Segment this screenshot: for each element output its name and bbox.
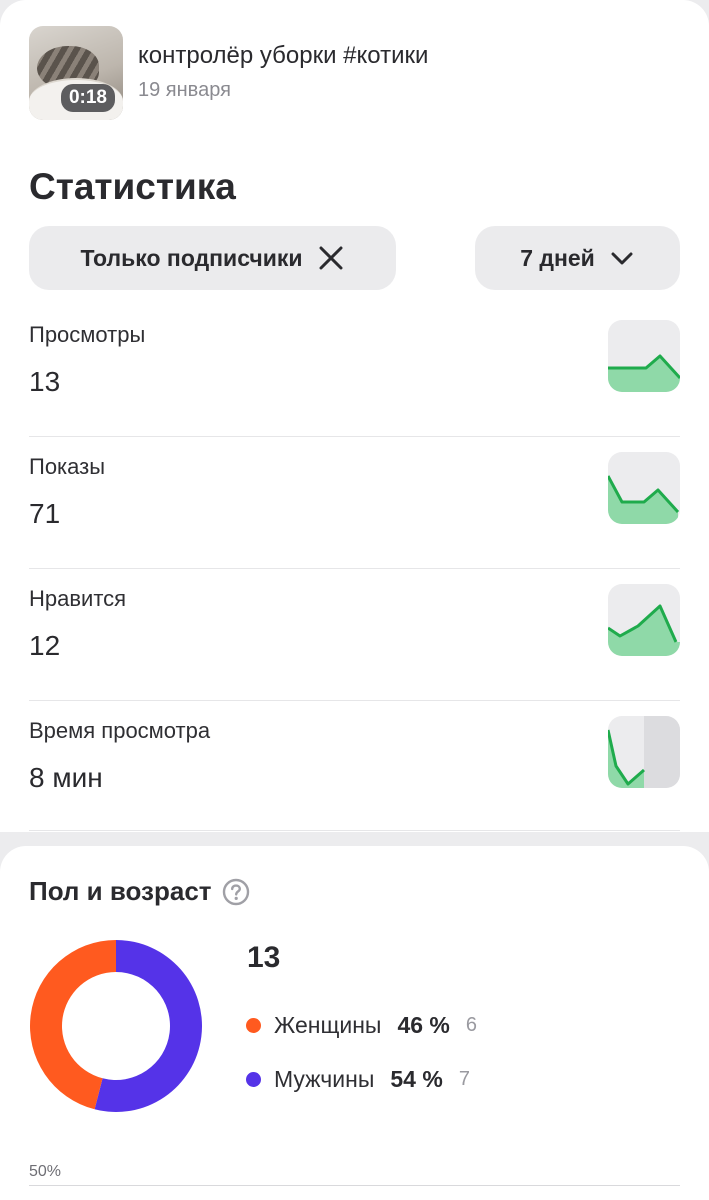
views-sparkline — [608, 320, 680, 392]
metric-value: 13 — [29, 366, 61, 397]
metric-label: Время просмотра — [29, 718, 211, 743]
metric-value: 8 мин — [29, 762, 103, 793]
legend-item-men: Мужчины 54 % 7 — [246, 1066, 470, 1093]
video-thumbnail[interactable]: 0:18 — [29, 26, 123, 120]
metric-label: Показы — [29, 454, 106, 479]
demographics-title-row: Пол и возраст — [29, 876, 250, 907]
video-duration: 0:18 — [60, 84, 115, 112]
metric-label: Просмотры — [29, 322, 146, 347]
likes-sparkline — [608, 584, 680, 656]
watch-time-sparkline — [608, 716, 680, 788]
legend-label: Женщины — [274, 1012, 382, 1038]
metric-row-likes[interactable]: Нравится 12 — [29, 584, 680, 718]
legend-percent: 54 % — [390, 1066, 443, 1092]
video-date: 19 января — [138, 79, 231, 101]
period-label: 7 дней — [520, 244, 595, 271]
audience-total: 13 — [247, 941, 281, 974]
chevron-down-icon — [611, 252, 633, 265]
legend-count: 6 — [465, 1014, 478, 1036]
legend-percent: 46 % — [397, 1012, 450, 1038]
metric-label: Нравится — [29, 586, 127, 611]
legend-label: Мужчины — [274, 1066, 375, 1092]
metric-value: 12 — [29, 630, 61, 661]
gender-donut-chart — [30, 940, 202, 1112]
demographics-title: Пол и возраст — [29, 876, 212, 906]
metric-row-watch-time[interactable]: Время просмотра 8 мин — [29, 716, 680, 850]
period-select[interactable]: 7 дней — [475, 226, 680, 290]
legend-count: 7 — [458, 1068, 470, 1090]
close-icon[interactable] — [317, 244, 345, 272]
age-chart-axis-label: 50% — [29, 1163, 62, 1180]
help-icon[interactable] — [222, 878, 250, 906]
video-stats-card: 0:18 контролёр уборки #котики 19 января … — [0, 0, 709, 832]
metric-row-views[interactable]: Просмотры 13 — [29, 320, 680, 454]
metric-row-impressions[interactable]: Показы 71 — [29, 452, 680, 586]
age-chart-gridline — [29, 1185, 680, 1186]
subscribers-filter-chip[interactable]: Только подписчики — [29, 226, 396, 290]
filter-chip-label: Только подписчики — [80, 244, 303, 271]
legend-dot — [246, 1018, 261, 1033]
legend-item-women: Женщины 46 % 6 — [246, 1012, 477, 1039]
video-title: контролёр уборки #котики — [138, 42, 429, 69]
legend-dot — [246, 1072, 261, 1087]
video-header[interactable]: 0:18 контролёр уборки #котики 19 января — [29, 26, 680, 122]
stats-title: Статистика — [29, 166, 236, 207]
impressions-sparkline — [608, 452, 680, 524]
metric-value: 71 — [29, 498, 61, 529]
